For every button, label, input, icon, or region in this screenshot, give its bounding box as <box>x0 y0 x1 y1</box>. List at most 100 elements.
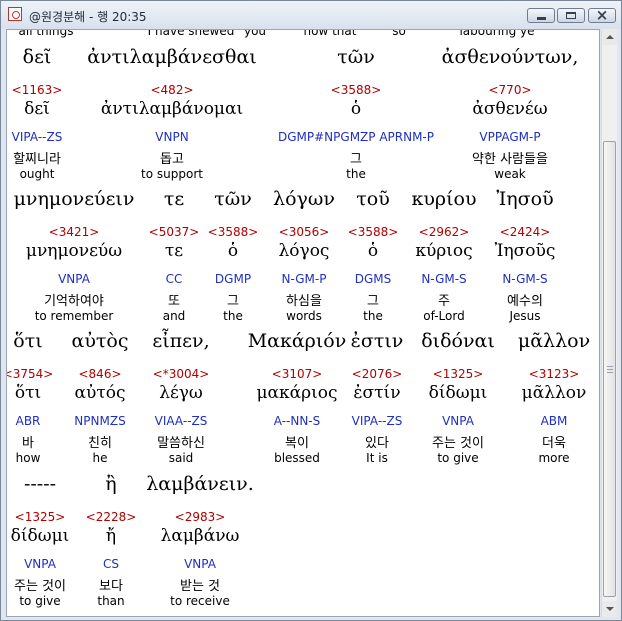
word-korean: 그 <box>350 152 362 167</box>
word-korean: 또 <box>168 294 180 309</box>
word-parse: VPPAGM-P <box>479 130 541 144</box>
word-parse: VNPA <box>184 557 216 571</box>
word-strong[interactable]: <3588> <box>208 225 259 239</box>
word-greek: τοῦ <box>356 188 390 210</box>
title-bar[interactable]: @원경분해 - 행 20:35 <box>1 1 621 29</box>
word-greek: Μακάριόν <box>247 330 347 352</box>
word-lemma: τε <box>164 241 184 261</box>
word-strong[interactable]: <3056> <box>279 225 330 239</box>
word-greek: τῶν <box>214 188 252 210</box>
word-korean: 기억하여야 <box>44 294 104 309</box>
word-lemma: ἀντιλαμβάνομαι <box>100 99 244 119</box>
word-parse: VNPA <box>24 557 56 571</box>
app-window: @원경분해 - 행 20:35 all things I have shewed y… <box>0 0 622 621</box>
word-lemma: ὅτι <box>14 383 42 403</box>
app-icon[interactable] <box>8 7 22 21</box>
word-strong[interactable]: <3123> <box>529 367 580 381</box>
partial-english-word: how that <box>303 29 357 38</box>
word-lemma: ὁ <box>367 241 379 261</box>
word-strong[interactable]: <482> <box>150 83 193 97</box>
word-english: to support <box>141 167 203 181</box>
word-parse: CC <box>165 272 183 286</box>
word-korean: 더욱 <box>542 436 566 451</box>
word-strong[interactable]: <3588> <box>331 83 382 97</box>
word-greek: μνημονεύειν <box>13 188 135 210</box>
word-greek: λόγων <box>273 188 335 210</box>
word-english: blessed <box>274 451 320 465</box>
word-greek: κυρίου <box>411 188 477 210</box>
word-parse: VIPA--ZS <box>11 130 63 144</box>
word-greek: τε <box>163 188 185 210</box>
grip-icon <box>607 366 613 373</box>
partial-english-word: all things <box>18 29 74 38</box>
word-parse: VIAA--ZS <box>154 414 208 428</box>
word-korean: 주는 것이 <box>432 436 484 451</box>
word-lemma: δεῖ <box>24 99 50 119</box>
word-strong[interactable]: <3421> <box>49 225 100 239</box>
word-greek: διδόναι <box>421 330 495 352</box>
maximize-icon <box>558 9 584 22</box>
word-strong[interactable]: <1325> <box>433 367 484 381</box>
word-strong[interactable]: <2076> <box>352 367 403 381</box>
word-korean: 약한 사람들을 <box>472 152 548 167</box>
word-strong[interactable]: <*3004> <box>153 367 210 381</box>
word-parse: A--NN-S <box>273 414 321 428</box>
partial-english-word: so <box>392 29 406 38</box>
scroll-up-arrow[interactable] <box>602 29 617 45</box>
vertical-scrollbar[interactable] <box>601 29 617 617</box>
word-strong[interactable]: <846> <box>78 367 121 381</box>
close-icon <box>589 6 615 24</box>
word-lemma: μᾶλλον <box>521 383 587 403</box>
word-lemma: κύριος <box>415 241 473 261</box>
word-parse: ABR <box>15 414 41 428</box>
word-strong[interactable]: <1163> <box>12 83 63 97</box>
word-korean: 복이 <box>285 436 309 451</box>
word-parse: CS <box>103 557 119 571</box>
word-english: of-Lord <box>423 309 465 323</box>
word-strong[interactable]: <1325> <box>15 510 66 524</box>
word-lemma: Ἰησοῦς <box>494 241 556 261</box>
word-english: weak <box>494 167 526 181</box>
word-strong[interactable]: <770> <box>488 83 531 97</box>
word-parse: N-GM-S <box>502 272 548 286</box>
word-korean: 있다 <box>365 436 389 451</box>
word-strong[interactable]: <2962> <box>419 225 470 239</box>
word-greek: μᾶλλον <box>517 330 591 352</box>
word-english: ought <box>19 167 55 181</box>
word-greek: Ἰησοῦ <box>496 188 554 210</box>
word-korean: 보다 <box>99 579 123 594</box>
word-lemma: αὐτός <box>74 383 126 403</box>
interlinear-view[interactable]: all things I have shewed you how that so labo… <box>6 29 600 617</box>
word-english: how <box>15 451 41 465</box>
word-greek: ἐστιν <box>350 330 404 352</box>
word-strong[interactable]: <3754> <box>7 367 53 381</box>
word-greek: λαμβάνειν. <box>146 473 254 495</box>
word-strong[interactable]: <2424> <box>500 225 551 239</box>
word-strong[interactable]: <3107> <box>272 367 323 381</box>
word-english: and <box>162 309 186 323</box>
word-parse: N-GM-S <box>421 272 467 286</box>
word-greek: ἀσθενούντων, <box>441 46 579 68</box>
maximize-button[interactable] <box>557 8 585 23</box>
word-parse: VNPA <box>442 414 474 428</box>
window-title: @원경분해 - 행 20:35 <box>29 10 147 24</box>
word-strong[interactable]: <2228> <box>86 510 137 524</box>
minimize-button[interactable] <box>527 8 555 23</box>
word-lemma: μακάριος <box>256 383 338 403</box>
word-korean: 하심을 <box>286 294 322 309</box>
word-english: Jesus <box>509 309 541 323</box>
word-english: words <box>286 309 322 323</box>
word-strong[interactable]: <5037> <box>149 225 200 239</box>
word-strong[interactable]: <2983> <box>175 510 226 524</box>
word-lemma: ἤ <box>105 526 117 546</box>
scroll-thumb[interactable] <box>603 141 616 597</box>
word-greek: εἶπεν, <box>152 330 210 352</box>
scroll-down-arrow[interactable] <box>602 601 617 617</box>
word-greek: ἢ <box>105 473 117 495</box>
word-parse: DGMP#NPGMZP APRNM-P <box>278 130 434 144</box>
close-button[interactable] <box>588 6 616 24</box>
word-parse: VIPA--ZS <box>351 414 403 428</box>
word-strong[interactable]: <3588> <box>348 225 399 239</box>
word-greek: ὅτι <box>13 330 43 352</box>
partial-english-word: labouring ye <box>459 29 535 38</box>
